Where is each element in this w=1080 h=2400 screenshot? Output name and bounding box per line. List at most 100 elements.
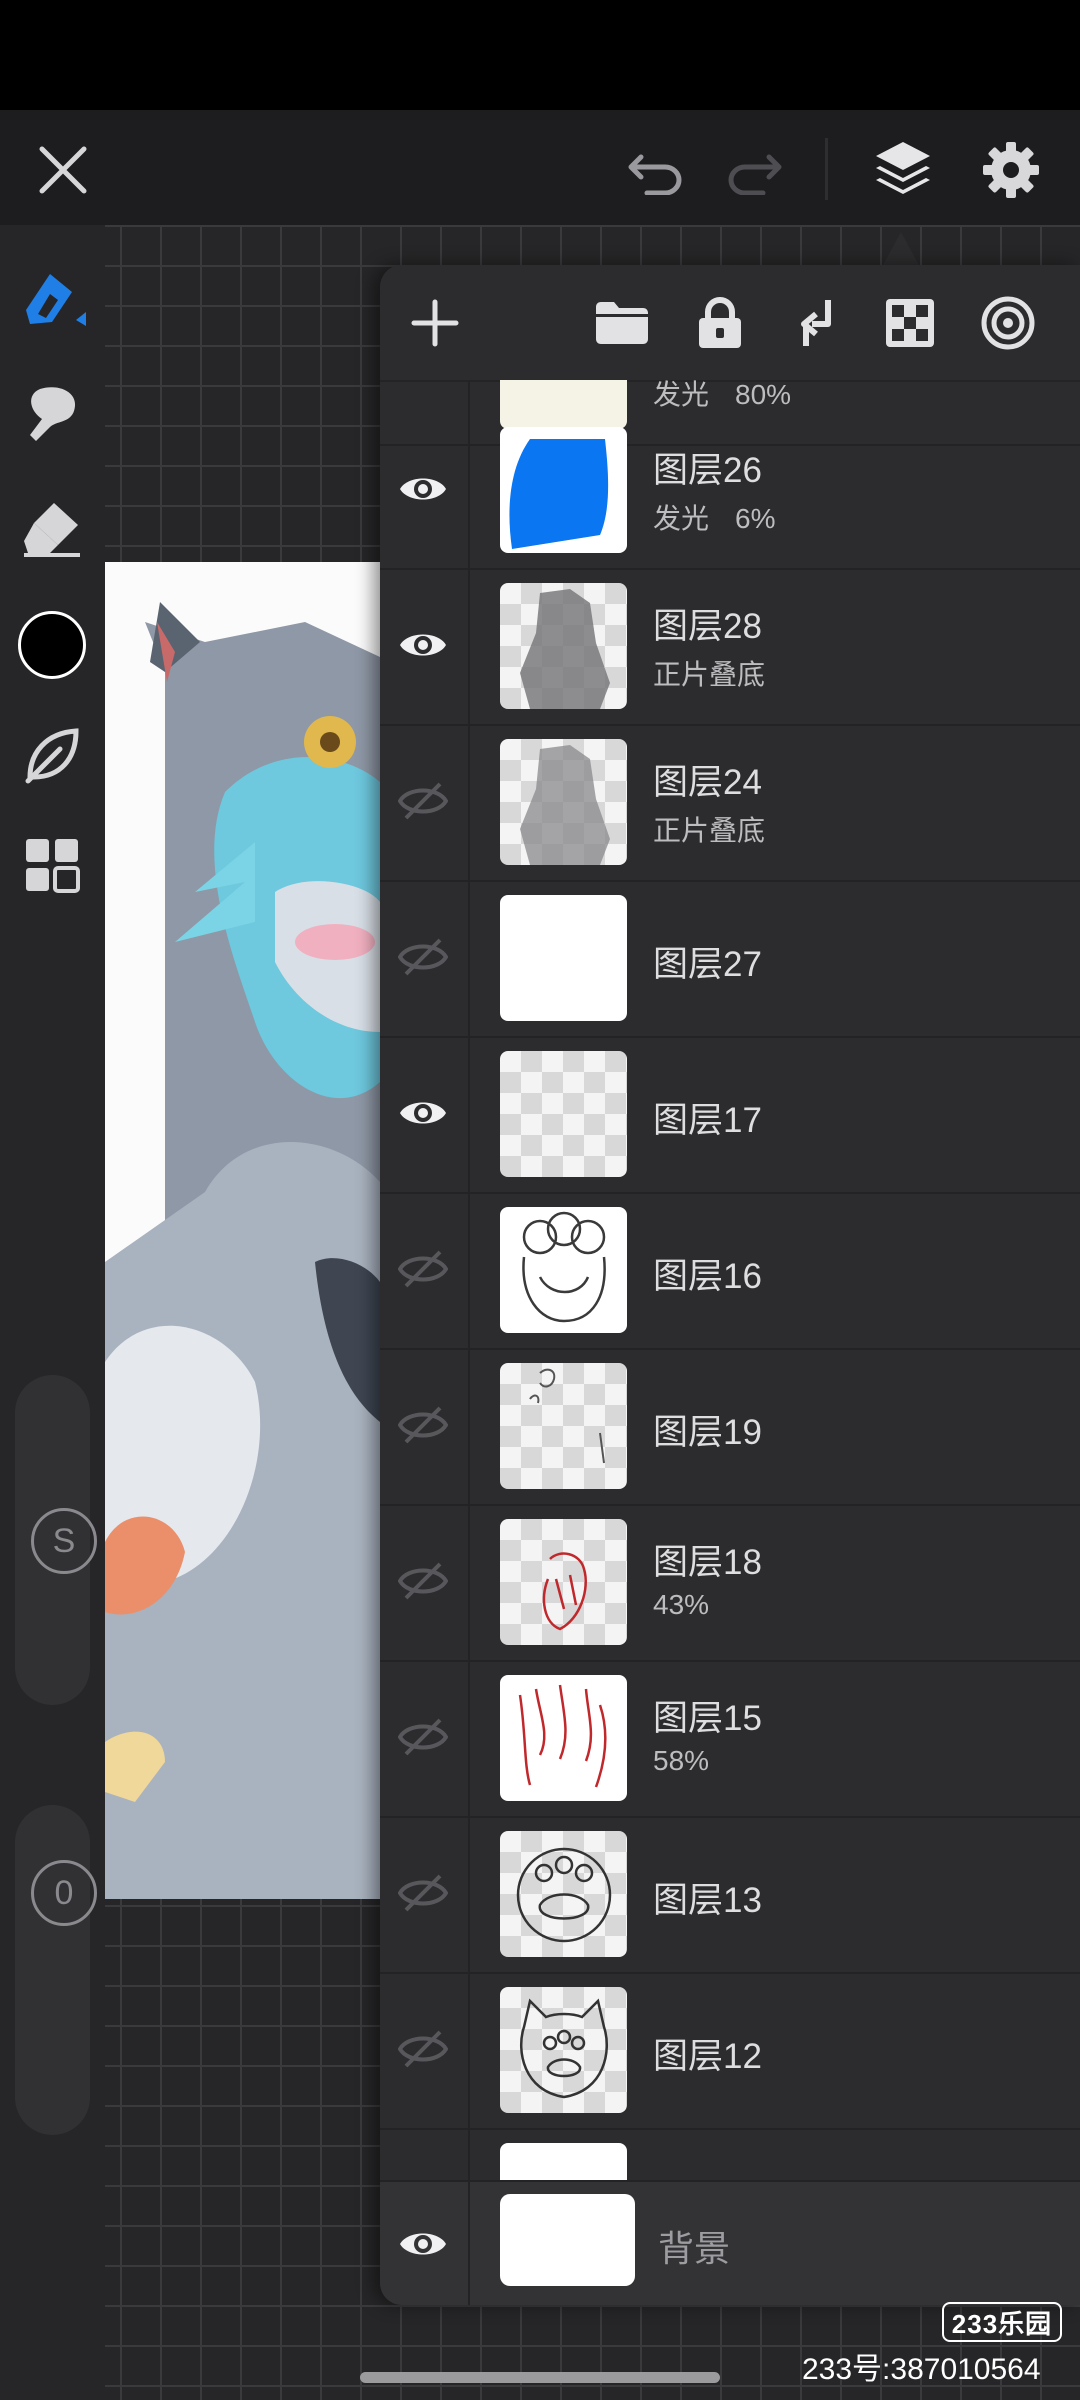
eye-hidden-icon bbox=[398, 2030, 448, 2068]
layer-blend-info: 正片叠底 bbox=[653, 659, 766, 690]
visibility-toggle[interactable] bbox=[380, 1504, 470, 1660]
watermark-id-text: 233号:387010564 bbox=[802, 2353, 1041, 2386]
layers-panel: 发光 80% 图层26 发光 6% 图层28 正片叠底 图层24 正片叠底 图层… bbox=[380, 265, 1080, 2305]
layer-row[interactable]: 图层17 bbox=[380, 1036, 1080, 1194]
layer-blend-info: 正片叠底 bbox=[653, 815, 766, 846]
layer-list[interactable]: 发光 80% 图层26 发光 6% 图层28 正片叠底 图层24 正片叠底 图层… bbox=[380, 380, 1080, 2180]
color-swatch bbox=[18, 611, 86, 679]
small-sketch-thumbnail bbox=[529, 1368, 605, 1464]
leaf-brush-button[interactable] bbox=[12, 715, 92, 795]
layer-name: 图层15 bbox=[653, 1699, 762, 1738]
undo-button[interactable] bbox=[622, 140, 692, 200]
layer-blend-info: 发光 80% bbox=[653, 380, 792, 410]
eye-hidden-icon bbox=[398, 1718, 448, 1756]
background-layer-row[interactable]: 背景 bbox=[380, 2180, 1080, 2305]
redo-button[interactable] bbox=[718, 140, 788, 200]
eye-hidden-icon bbox=[398, 1250, 448, 1288]
folder-icon bbox=[596, 302, 648, 344]
blend-mode-button[interactable] bbox=[978, 293, 1038, 353]
cat-paw-sketch-thumbnail bbox=[520, 1998, 608, 2099]
visibility-toggle[interactable] bbox=[380, 2182, 470, 2305]
settings-gear-icon bbox=[983, 142, 1039, 198]
layers-button[interactable] bbox=[868, 132, 938, 204]
brush-size-slider[interactable]: S bbox=[15, 1375, 97, 1705]
visibility-toggle[interactable] bbox=[380, 1192, 470, 1348]
layers-panel-toolbar bbox=[380, 265, 1080, 382]
visibility-toggle[interactable] bbox=[380, 1972, 470, 2128]
layer-opacity: 43% bbox=[653, 1589, 710, 1620]
layer-row[interactable]: 图层12 bbox=[380, 1972, 1080, 2130]
red-sketch-thumbnail bbox=[542, 1552, 587, 1631]
layer-row[interactable]: 图层27 bbox=[380, 880, 1080, 1038]
layer-row[interactable]: 图层24 正片叠底 bbox=[380, 724, 1080, 882]
layer-thumbnail bbox=[500, 427, 627, 553]
alpha-lock-button[interactable] bbox=[880, 293, 940, 353]
layer-row[interactable]: 图层26 发光 6% bbox=[380, 412, 1080, 570]
eye-hidden-icon bbox=[398, 1874, 448, 1912]
toolbar-divider bbox=[825, 138, 828, 200]
layer-row-partial[interactable] bbox=[380, 2128, 1080, 2180]
eraser-tool-button[interactable] bbox=[12, 487, 92, 567]
close-button[interactable] bbox=[28, 135, 98, 205]
layer-row[interactable]: 图层18 43% bbox=[380, 1504, 1080, 1662]
smudge-tool-button[interactable] bbox=[12, 373, 92, 453]
visibility-toggle[interactable] bbox=[380, 568, 470, 724]
eye-hidden-icon bbox=[398, 782, 448, 820]
canvas-artwork[interactable] bbox=[105, 562, 380, 1899]
layer-row[interactable]: 图层13 bbox=[380, 1816, 1080, 1974]
redo-icon bbox=[728, 154, 782, 195]
visibility-toggle[interactable] bbox=[380, 412, 470, 568]
visibility-toggle[interactable] bbox=[380, 880, 470, 1036]
red-sketch-thumbnail bbox=[518, 1684, 607, 1788]
paw-outline-thumbnail bbox=[516, 1847, 612, 1943]
eye-hidden-icon bbox=[398, 1406, 448, 1444]
layer-name: 图层17 bbox=[653, 1101, 762, 1140]
layer-name: 图层18 bbox=[653, 1543, 762, 1582]
size-slider-label: S bbox=[31, 1508, 97, 1574]
opacity-slider-label: 0 bbox=[31, 1860, 97, 1926]
layer-thumbnail bbox=[500, 1051, 627, 1177]
layer-thumbnail bbox=[500, 583, 627, 709]
visibility-toggle[interactable] bbox=[380, 1348, 470, 1504]
layer-name: 图层13 bbox=[653, 1881, 762, 1920]
layer-name: 图层24 bbox=[653, 763, 762, 802]
layer-name: 图层27 bbox=[653, 945, 762, 984]
watermark-badge: 233乐园 bbox=[942, 2302, 1062, 2342]
layer-row[interactable]: 图层28 正片叠底 bbox=[380, 568, 1080, 726]
visibility-toggle[interactable] bbox=[380, 1816, 470, 1972]
layer-thumbnail bbox=[500, 1675, 627, 1801]
layer-thumbnail bbox=[500, 1987, 627, 2113]
brush-tool-button[interactable] bbox=[12, 260, 92, 340]
layer-row[interactable]: 图层15 58% bbox=[380, 1660, 1080, 1818]
visibility-column bbox=[380, 2128, 470, 2180]
layer-row[interactable]: 图层16 bbox=[380, 1192, 1080, 1350]
new-group-button[interactable] bbox=[592, 293, 652, 353]
alpha-lock-icon bbox=[886, 299, 934, 347]
brush-opacity-slider[interactable]: 0 bbox=[15, 1805, 97, 2135]
eye-icon bbox=[400, 1102, 446, 1124]
home-indicator[interactable] bbox=[360, 2372, 720, 2383]
eye-hidden-icon bbox=[398, 938, 448, 976]
layer-thumbnail bbox=[500, 2143, 627, 2180]
visibility-toggle[interactable] bbox=[380, 1036, 470, 1192]
blue-shape-thumbnail bbox=[509, 439, 609, 549]
lock-layer-button[interactable] bbox=[690, 293, 750, 353]
artwork-illustration bbox=[105, 602, 380, 1899]
left-toolbar: S 0 bbox=[0, 225, 105, 2400]
status-bar bbox=[0, 0, 1080, 110]
layer-row[interactable]: 图层19 bbox=[380, 1348, 1080, 1506]
visibility-toggle[interactable] bbox=[380, 1660, 470, 1816]
layer-name: 图层16 bbox=[653, 1257, 762, 1296]
layer-name: 图层26 bbox=[653, 451, 762, 490]
layer-thumbnail bbox=[500, 1363, 627, 1489]
color-swatch-button[interactable] bbox=[12, 605, 92, 685]
add-layer-button[interactable] bbox=[405, 293, 465, 353]
grey-figure-thumbnail bbox=[520, 745, 610, 865]
settings-button[interactable] bbox=[975, 134, 1047, 206]
merge-down-button[interactable] bbox=[785, 293, 845, 353]
paw-sketch-thumbnail bbox=[522, 1211, 606, 1323]
undo-icon bbox=[628, 154, 682, 195]
visibility-toggle[interactable] bbox=[380, 724, 470, 880]
grid-menu-button[interactable] bbox=[12, 825, 92, 905]
leaf-brush-icon bbox=[25, 728, 79, 784]
